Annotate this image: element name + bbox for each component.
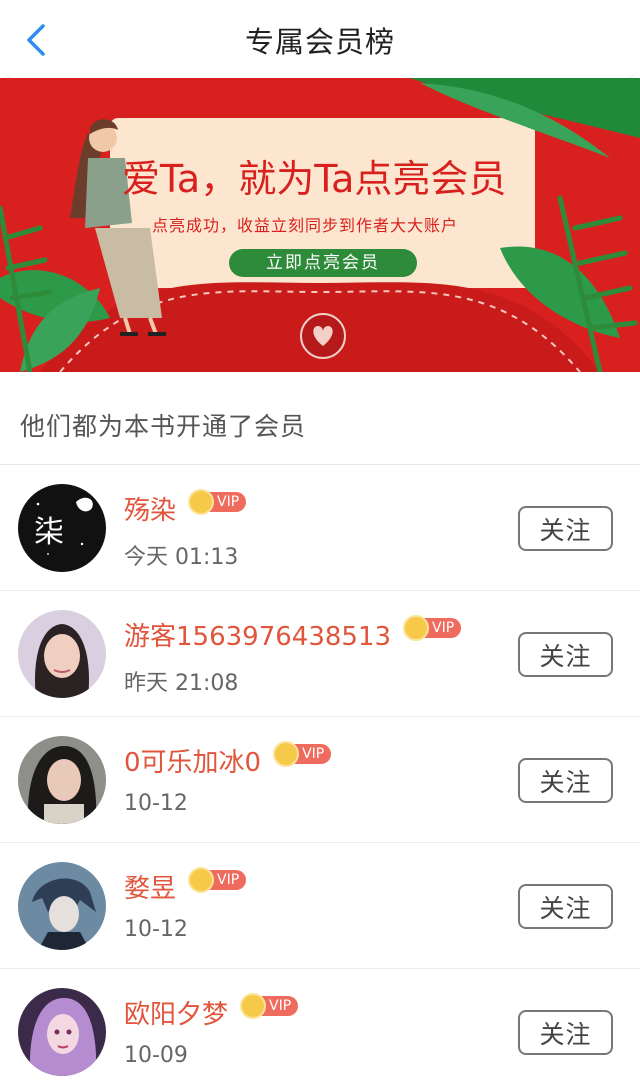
page-title: 专属会员榜 bbox=[244, 24, 395, 59]
svg-text:柒: 柒 bbox=[34, 515, 64, 550]
follow-button[interactable]: 关注 bbox=[518, 506, 613, 551]
vip-badge: VIP bbox=[403, 615, 462, 641]
follow-button[interactable]: 关注 bbox=[518, 1010, 613, 1055]
banner-headline: 爱Ta，就为Ta点亮会员 bbox=[122, 157, 507, 201]
user-name[interactable]: 游客1563976438513 bbox=[124, 616, 391, 653]
list-item: 柒 殇染 VIP 今天 01:13 关注 bbox=[0, 465, 640, 591]
timestamp: 今天 01:13 bbox=[124, 545, 239, 570]
user-name[interactable]: 0可乐加冰0 bbox=[124, 742, 261, 779]
user-name[interactable]: 婺昱 bbox=[124, 868, 176, 905]
timestamp: 10-12 bbox=[124, 917, 188, 942]
follow-button[interactable]: 关注 bbox=[518, 884, 613, 929]
banner-subline: 点亮成功，收益立刻同步到作者大大账户 bbox=[152, 216, 459, 235]
vip-badge: VIP bbox=[188, 489, 247, 515]
follow-button[interactable]: 关注 bbox=[518, 632, 613, 677]
back-button[interactable] bbox=[18, 20, 54, 60]
avatar[interactable] bbox=[18, 736, 106, 824]
user-name[interactable]: 欧阳夕梦 bbox=[124, 994, 228, 1031]
follow-button[interactable]: 关注 bbox=[518, 758, 613, 803]
vip-badge: VIP bbox=[240, 993, 299, 1019]
list-item: 婺昱 VIP 10-12 关注 bbox=[0, 843, 640, 969]
banner-cta-button[interactable]: 立即点亮会员 bbox=[229, 249, 417, 277]
timestamp: 10-09 bbox=[124, 1043, 188, 1068]
avatar[interactable] bbox=[18, 988, 106, 1076]
top-nav-bar: 专属会员榜 bbox=[0, 0, 640, 80]
crown-icon bbox=[188, 867, 215, 893]
member-list: 柒 殇染 VIP 今天 01:13 关注 游客1563976438513 VIP… bbox=[0, 465, 640, 1082]
avatar[interactable] bbox=[18, 862, 106, 950]
avatar[interactable] bbox=[18, 610, 106, 698]
vip-badge: VIP bbox=[273, 741, 332, 767]
timestamp: 10-12 bbox=[124, 791, 188, 816]
crown-icon bbox=[403, 615, 430, 641]
section-title: 他们都为本书开通了会员 bbox=[20, 412, 307, 441]
avatar[interactable]: 柒 bbox=[18, 484, 106, 572]
crown-icon bbox=[273, 741, 300, 767]
crown-icon bbox=[240, 993, 267, 1019]
vip-badge: VIP bbox=[188, 867, 247, 893]
crown-icon bbox=[188, 489, 215, 515]
timestamp: 昨天 21:08 bbox=[124, 671, 239, 696]
user-name[interactable]: 殇染 bbox=[124, 490, 176, 527]
chevron-left-icon bbox=[27, 24, 45, 56]
list-item: 0可乐加冰0 VIP 10-12 关注 bbox=[0, 717, 640, 843]
list-item: 游客1563976438513 VIP 昨天 21:08 关注 bbox=[0, 591, 640, 717]
list-item: 欧阳夕梦 VIP 10-09 关注 bbox=[0, 969, 640, 1082]
promo-banner[interactable]: 爱Ta，就为Ta点亮会员 点亮成功，收益立刻同步到作者大大账户 立即点亮会员 bbox=[0, 78, 640, 372]
